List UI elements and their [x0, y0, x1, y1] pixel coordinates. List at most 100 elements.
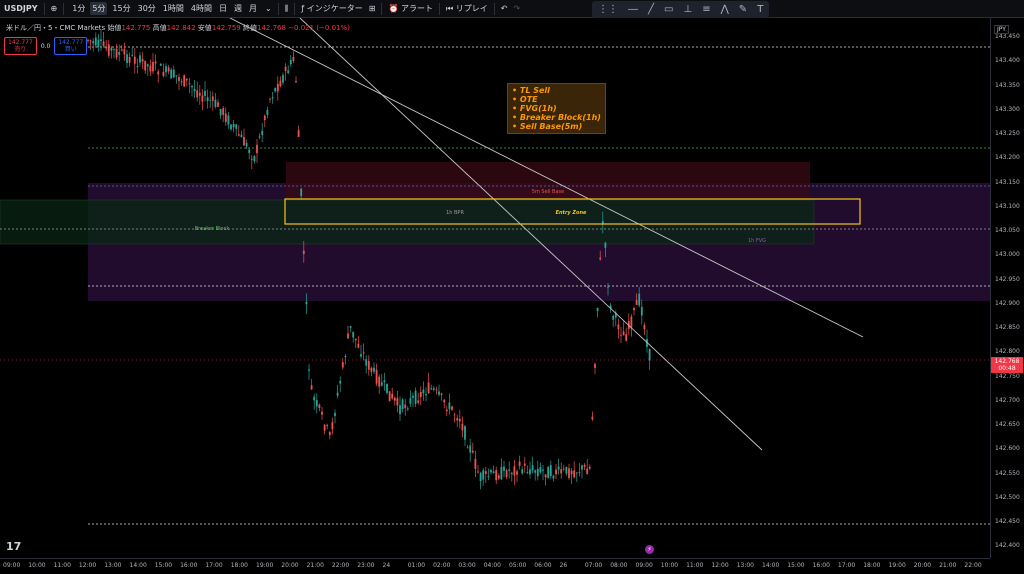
buy-button[interactable]: 142.777 買い: [54, 37, 88, 55]
candle-body: [162, 71, 165, 76]
replay-marker-icon[interactable]: ⚡: [645, 545, 654, 554]
timeframe-list: 1分 5分 15分 30分 1時間 4時間日週月: [70, 2, 259, 15]
trade-notes-list: • TL Sell • OTE • FVG(1h) • Breaker Block(1…: [512, 86, 601, 131]
open-value: 142.775: [121, 24, 151, 32]
indicators-icon: ƒ: [301, 4, 305, 13]
alert-button[interactable]: ⏰ アラート: [388, 3, 433, 14]
fib-icon[interactable]: ≡: [702, 4, 710, 15]
timeframe-7[interactable]: 週: [232, 2, 244, 15]
timeframe-1[interactable]: 5分: [90, 2, 108, 15]
redo-icon[interactable]: ↷: [513, 4, 520, 13]
candle-body: [102, 41, 105, 46]
candle-body: [612, 315, 615, 320]
candle-body: [544, 474, 547, 478]
candle-body: [159, 63, 162, 66]
candle-body: [331, 422, 334, 430]
replay-button[interactable]: ⏮ リプレイ: [446, 3, 488, 14]
timeframe-2[interactable]: 15分: [110, 2, 132, 15]
time-tick: 13:00: [104, 562, 122, 569]
current-price-value: 142.768: [994, 358, 1020, 365]
plus-circle-icon[interactable]: ⊕: [51, 4, 58, 13]
candle-body: [622, 331, 625, 336]
candle-body: [261, 130, 264, 136]
time-tick: 21:00: [306, 562, 324, 569]
chart-canvas[interactable]: 5m Sell Base 1h BPR Entry Zone Breaker B…: [0, 18, 990, 558]
toolbar-divider: [294, 2, 296, 15]
time-tick: 20:00: [913, 562, 932, 569]
trend-line-icon[interactable]: ╱: [648, 4, 654, 15]
candle-body: [487, 476, 490, 477]
undo-icon[interactable]: ↶: [501, 4, 508, 13]
time-axis[interactable]: 09:00 10:00 11:00 12:00 13:00 14:00 15:00 16:00…: [0, 558, 990, 574]
timeframe-dropdown-icon[interactable]: ⌄: [265, 4, 272, 13]
timeframe-6[interactable]: 日: [217, 2, 229, 15]
candle-body: [295, 81, 297, 83]
candle-body: [596, 307, 599, 312]
chart-pane[interactable]: 5m Sell Base 1h BPR Entry Zone Breaker B…: [0, 18, 990, 558]
candle-body: [531, 465, 534, 471]
time-tick: 14:00: [129, 562, 147, 569]
price-tick: 142.650: [995, 421, 1020, 428]
time-tick: 17:00: [837, 562, 856, 569]
timeframe-5[interactable]: 4時間: [189, 2, 214, 15]
cursor-icon[interactable]: ⋮⋮: [598, 4, 618, 15]
rectangle-icon[interactable]: ▭: [664, 4, 673, 15]
time-tick: 04:00: [483, 562, 501, 569]
candle-body: [282, 75, 284, 83]
candle-body: [113, 49, 115, 50]
candle-body: [599, 257, 602, 260]
templates-icon[interactable]: ⊞: [369, 4, 376, 13]
candle-body: [128, 56, 131, 63]
time-tick: 19:00: [256, 562, 274, 569]
candle-style-icon[interactable]: ⫼: [285, 4, 289, 14]
candle-body: [334, 412, 336, 416]
candle-body: [529, 469, 531, 475]
brush-icon[interactable]: ✎: [739, 4, 747, 15]
horizontal-line-icon[interactable]: ―: [628, 4, 638, 15]
candle-body: [297, 130, 300, 138]
price-tick: 142.550: [995, 469, 1020, 477]
top-toolbar: USDJPY ⊕ 1分 5分 15分 30分 1時間 4時間日週月 ⌄ ⫼ ƒ インジケー…: [0, 0, 1024, 18]
candle-body: [484, 471, 487, 474]
candle-body: [315, 400, 318, 407]
bpr-label: 1h BPR: [446, 210, 464, 216]
long-position-icon[interactable]: ⊥: [683, 4, 692, 15]
path-icon[interactable]: ⋀: [721, 4, 729, 15]
candle-body: [373, 367, 375, 372]
timeframe-3[interactable]: 30分: [136, 2, 158, 15]
time-tick: 08:00: [610, 562, 628, 569]
symbol-search-button[interactable]: USDJPY: [4, 4, 38, 13]
symbol-name: 米ドル／円・5・CMC Markets: [6, 24, 106, 32]
candle-body: [180, 81, 183, 83]
candle-body: [453, 414, 456, 416]
candle-body: [118, 51, 121, 55]
candle-body: [269, 98, 271, 100]
candle-body: [456, 418, 459, 421]
candle-body: [339, 380, 342, 384]
timeframe-8[interactable]: 月: [247, 2, 259, 15]
indicators-button[interactable]: ƒ インジケーター: [301, 3, 362, 14]
candle-body: [349, 326, 352, 328]
toolbar-divider: [493, 2, 495, 15]
candle-body: [367, 360, 370, 370]
price-axis[interactable]: 143.450 143.400 143.350 143.300 143.250 143.2…: [990, 18, 1024, 558]
candle-body: [630, 316, 633, 328]
candle-body: [482, 470, 485, 480]
text-icon[interactable]: T: [757, 4, 763, 15]
timeframe-4[interactable]: 1時間: [161, 2, 186, 15]
candle-body: [578, 472, 581, 474]
candle-body: [248, 149, 251, 153]
currency-label[interactable]: JPY: [994, 25, 1009, 34]
candle-body: [146, 64, 149, 67]
sell-button[interactable]: 142.777 売り: [4, 37, 37, 55]
timeframe-0[interactable]: 1分: [70, 2, 87, 15]
candle-body: [110, 47, 113, 51]
trade-notes-textbox[interactable]: • TL Sell • OTE • FVG(1h) • Breaker Block(1…: [507, 83, 606, 134]
sell-base-label: 5m Sell Base: [532, 189, 564, 195]
candle-body: [227, 115, 230, 125]
sell-price: 142.777: [8, 39, 33, 46]
candle-body: [555, 469, 557, 475]
price-tick: 142.450: [995, 518, 1020, 525]
time-tick: 17:00: [205, 562, 223, 569]
time-tick: 09:00: [3, 562, 21, 569]
